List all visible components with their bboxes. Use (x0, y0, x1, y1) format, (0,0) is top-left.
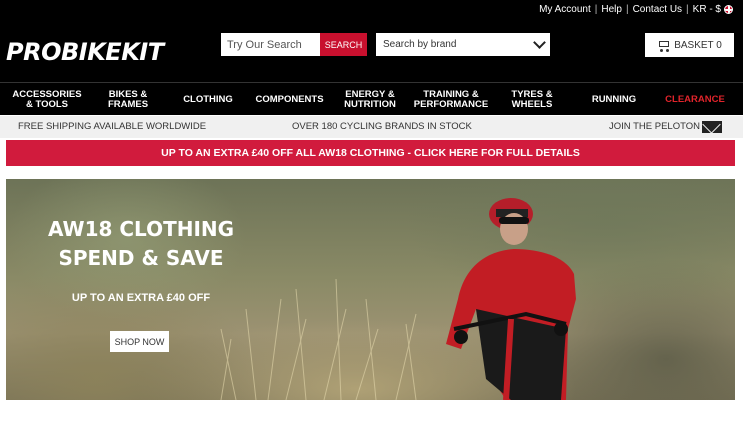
my-account-link[interactable]: My Account (539, 4, 591, 15)
main-navigation: ACCESSORIES & TOOLS BIKES & FRAMES CLOTH… (0, 82, 743, 115)
shop-now-button[interactable]: SHOP NOW (110, 331, 169, 352)
nav-item-tyres-wheels[interactable]: TYRES & WHEELS (504, 83, 560, 116)
search-input[interactable] (221, 33, 320, 56)
divider: | (625, 4, 629, 15)
hero-subtitle: UP TO AN EXTRA £40 OFF (71, 292, 211, 304)
cart-icon (657, 40, 670, 52)
hero-scene (220, 198, 576, 400)
nav-item-clothing[interactable]: CLOTHING (178, 83, 238, 116)
brands-in-stock-text: OVER 180 CYCLING BRANDS IN STOCK (292, 121, 472, 132)
help-link[interactable]: Help (601, 4, 622, 15)
uk-flag-icon[interactable] (724, 5, 733, 14)
nav-item-clearance[interactable]: CLEARANCE (660, 83, 730, 116)
hero-title-line-1: AW18 CLOTHING (47, 217, 235, 241)
brand-dropdown-value: Search by brand (383, 39, 457, 50)
divider: | (594, 4, 598, 15)
top-utility-links: My Account | Help | Contact Us | KR - $ (539, 4, 733, 15)
search-bar: SEARCH (221, 33, 367, 56)
chevron-down-icon (533, 35, 546, 49)
free-shipping-text: FREE SHIPPING AVAILABLE WORLDWIDE (18, 121, 207, 132)
brand-dropdown[interactable]: Search by brand (376, 33, 550, 56)
basket-label: BASKET 0 (674, 39, 722, 51)
mail-icon[interactable] (702, 121, 722, 133)
join-peloton-link[interactable]: JOIN THE PELOTON (609, 121, 700, 132)
nav-item-energy-nutrition[interactable]: ENERGY & NUTRITION (340, 83, 400, 116)
search-button[interactable]: SEARCH (320, 33, 367, 56)
hero-banner[interactable]: AW18 CLOTHING SPEND & SAVE UP TO AN EXTR… (6, 179, 735, 400)
site-header: My Account | Help | Contact Us | KR - $ … (0, 0, 743, 82)
nav-item-accessories-tools[interactable]: ACCESSORIES & TOOLS (8, 83, 86, 116)
hero-title-line-2: SPEND & SAVE (58, 246, 224, 270)
promo-banner[interactable]: UP TO AN EXTRA £40 OFF ALL AW18 CLOTHING… (6, 140, 735, 166)
cyclist-illustration (446, 198, 576, 400)
nav-item-training-performance[interactable]: TRAINING & PERFORMANCE (412, 83, 490, 116)
contact-us-link[interactable]: Contact Us (633, 4, 682, 15)
nav-item-components[interactable]: COMPONENTS (252, 83, 327, 116)
site-logo[interactable]: PROBIKEKIT (6, 38, 164, 66)
locale-currency-selector[interactable]: KR - $ (693, 4, 721, 15)
basket-button[interactable]: BASKET 0 (645, 33, 734, 57)
nav-item-bikes-frames[interactable]: BIKES & FRAMES (90, 83, 166, 116)
usp-bar: FREE SHIPPING AVAILABLE WORLDWIDE OVER 1… (0, 116, 743, 138)
divider: | (686, 4, 689, 15)
nav-item-running[interactable]: RUNNING (584, 83, 644, 116)
